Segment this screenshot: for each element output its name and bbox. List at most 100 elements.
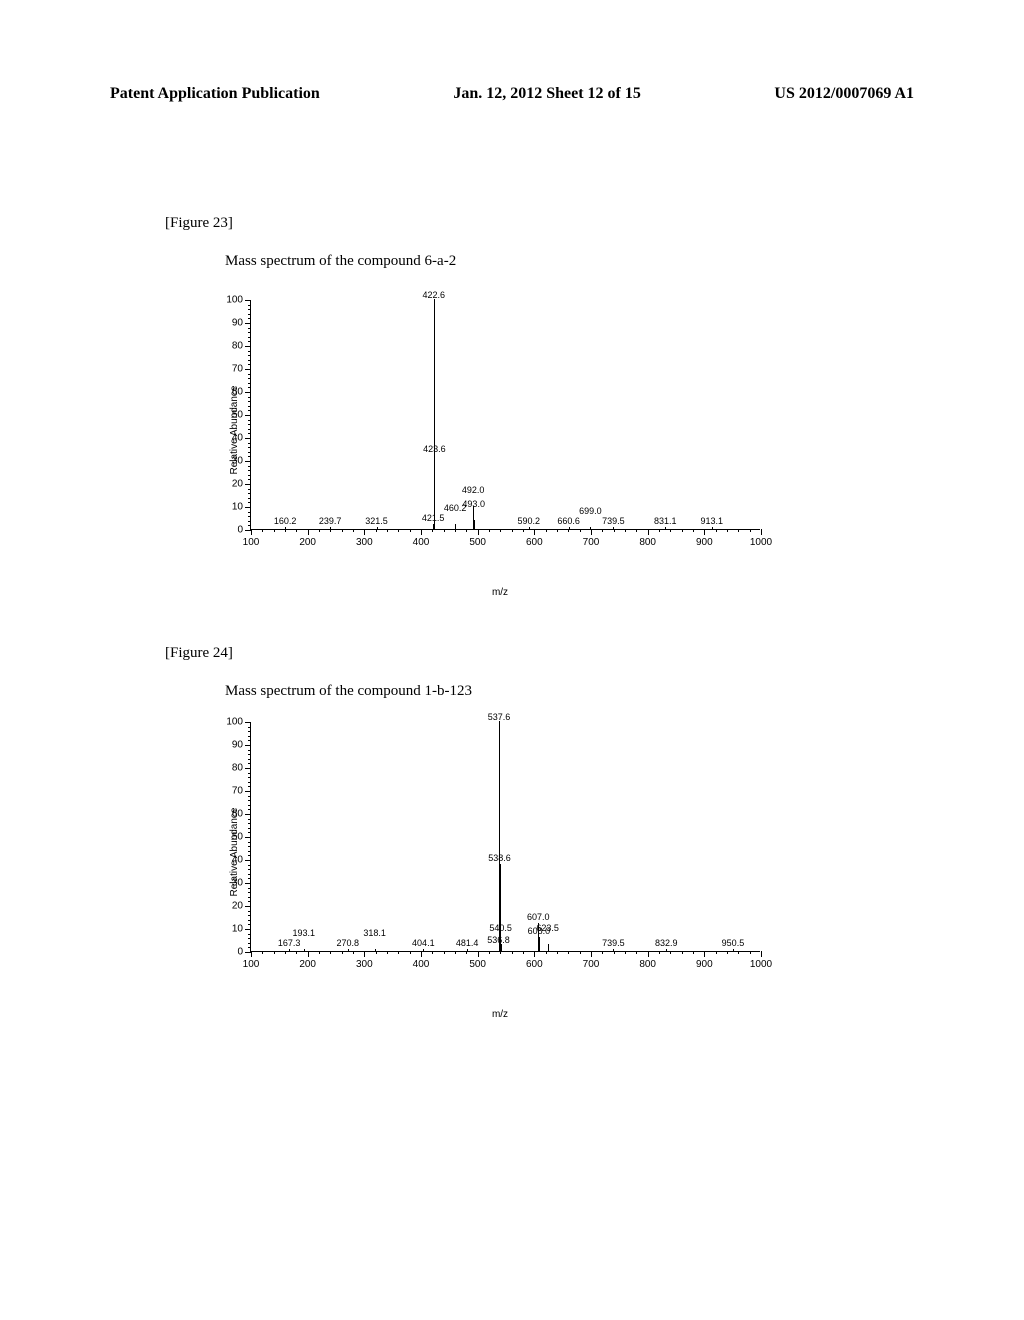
- figure-24-label: [Figure 24]: [165, 645, 233, 662]
- y-tick-minor: [248, 314, 251, 315]
- peak: [548, 944, 549, 951]
- peak: [434, 455, 435, 529]
- y-tick-minor: [248, 502, 251, 503]
- x-tick-minor: [614, 529, 615, 532]
- y-tick-minor: [248, 318, 251, 319]
- x-tick-minor: [580, 951, 581, 954]
- x-tick-minor: [546, 529, 547, 532]
- x-tick-minor: [330, 529, 331, 532]
- y-tick-minor: [248, 892, 251, 893]
- x-tick-minor: [568, 529, 569, 532]
- y-tick-minor: [248, 759, 251, 760]
- y-tick-minor: [248, 796, 251, 797]
- x-tick-label: 900: [696, 959, 713, 970]
- y-tick: [245, 906, 251, 907]
- y-tick-label: 80: [232, 341, 243, 352]
- x-tick-minor: [636, 529, 637, 532]
- y-tick-minor: [248, 420, 251, 421]
- y-tick-minor: [248, 378, 251, 379]
- y-tick: [245, 461, 251, 462]
- y-tick-minor: [248, 846, 251, 847]
- x-tick-minor: [410, 529, 411, 532]
- peak: [285, 527, 286, 529]
- x-tick-minor: [398, 529, 399, 532]
- y-tick: [245, 722, 251, 723]
- y-tick-minor: [248, 364, 251, 365]
- x-tick-minor: [670, 951, 671, 954]
- peak: [455, 524, 456, 529]
- peak: [529, 527, 530, 529]
- x-tick: [364, 529, 365, 535]
- x-tick-minor: [693, 529, 694, 532]
- x-tick-minor: [738, 951, 739, 954]
- peak: [539, 937, 540, 951]
- x-tick-minor: [466, 951, 467, 954]
- x-tick-minor: [376, 951, 377, 954]
- x-tick-label: 500: [469, 959, 486, 970]
- x-tick-minor: [376, 529, 377, 532]
- peak: [590, 527, 591, 529]
- x-tick-minor: [682, 951, 683, 954]
- x-tick-minor: [580, 529, 581, 532]
- y-tick-minor: [248, 332, 251, 333]
- x-tick-minor: [489, 529, 490, 532]
- x-tick-minor: [670, 529, 671, 532]
- x-tick-minor: [614, 951, 615, 954]
- y-tick-minor: [248, 424, 251, 425]
- y-tick-minor: [248, 727, 251, 728]
- x-tick-minor: [285, 529, 286, 532]
- peak: [375, 949, 376, 951]
- x-tick: [704, 951, 705, 957]
- y-tick-minor: [248, 475, 251, 476]
- x-tick-label: 100: [243, 537, 260, 548]
- x-tick-minor: [716, 951, 717, 954]
- x-tick-label: 800: [639, 537, 656, 548]
- y-tick-minor: [248, 328, 251, 329]
- x-tick-minor: [557, 951, 558, 954]
- y-tick-minor: [248, 736, 251, 737]
- peak: [569, 527, 570, 529]
- y-tick-minor: [248, 374, 251, 375]
- y-tick-minor: [248, 897, 251, 898]
- x-tick-minor: [727, 951, 728, 954]
- y-tick-minor: [248, 915, 251, 916]
- peak: [467, 949, 468, 951]
- y-tick: [245, 369, 251, 370]
- x-tick-minor: [274, 529, 275, 532]
- chart-24: Relative Abundance 010203040506070809010…: [220, 712, 780, 992]
- x-tick-minor: [512, 951, 513, 954]
- chart-24-plot: 0102030405060708090100100200300400500600…: [250, 722, 760, 952]
- x-tick-label: 400: [413, 537, 430, 548]
- y-tick: [245, 346, 251, 347]
- x-tick: [704, 529, 705, 535]
- x-tick-minor: [455, 529, 456, 532]
- chart-24-xlabel: m/z: [492, 1009, 508, 1020]
- figure-23-title: Mass spectrum of the compound 6-a-2: [225, 253, 456, 270]
- peak-label: 538.6: [488, 853, 511, 863]
- y-tick: [245, 860, 251, 861]
- y-tick-label: 40: [232, 433, 243, 444]
- y-tick-minor: [248, 773, 251, 774]
- y-tick-minor: [248, 819, 251, 820]
- x-tick-label: 200: [299, 537, 316, 548]
- y-tick-minor: [248, 355, 251, 356]
- x-tick-minor: [398, 951, 399, 954]
- peak: [500, 864, 501, 951]
- y-tick-minor: [248, 920, 251, 921]
- y-tick-label: 90: [232, 740, 243, 751]
- x-tick: [761, 951, 762, 957]
- x-tick-label: 800: [639, 959, 656, 970]
- x-tick-label: 300: [356, 537, 373, 548]
- peak: [613, 949, 614, 951]
- x-tick-minor: [546, 951, 547, 954]
- x-tick-minor: [716, 529, 717, 532]
- peak: [289, 949, 290, 951]
- y-tick-minor: [248, 911, 251, 912]
- y-tick: [245, 791, 251, 792]
- peak-label: 270.8: [337, 938, 360, 948]
- peak-label: 193.1: [292, 928, 315, 938]
- y-tick-minor: [248, 397, 251, 398]
- y-tick-label: 20: [232, 901, 243, 912]
- y-tick-minor: [248, 901, 251, 902]
- y-tick-label: 90: [232, 318, 243, 329]
